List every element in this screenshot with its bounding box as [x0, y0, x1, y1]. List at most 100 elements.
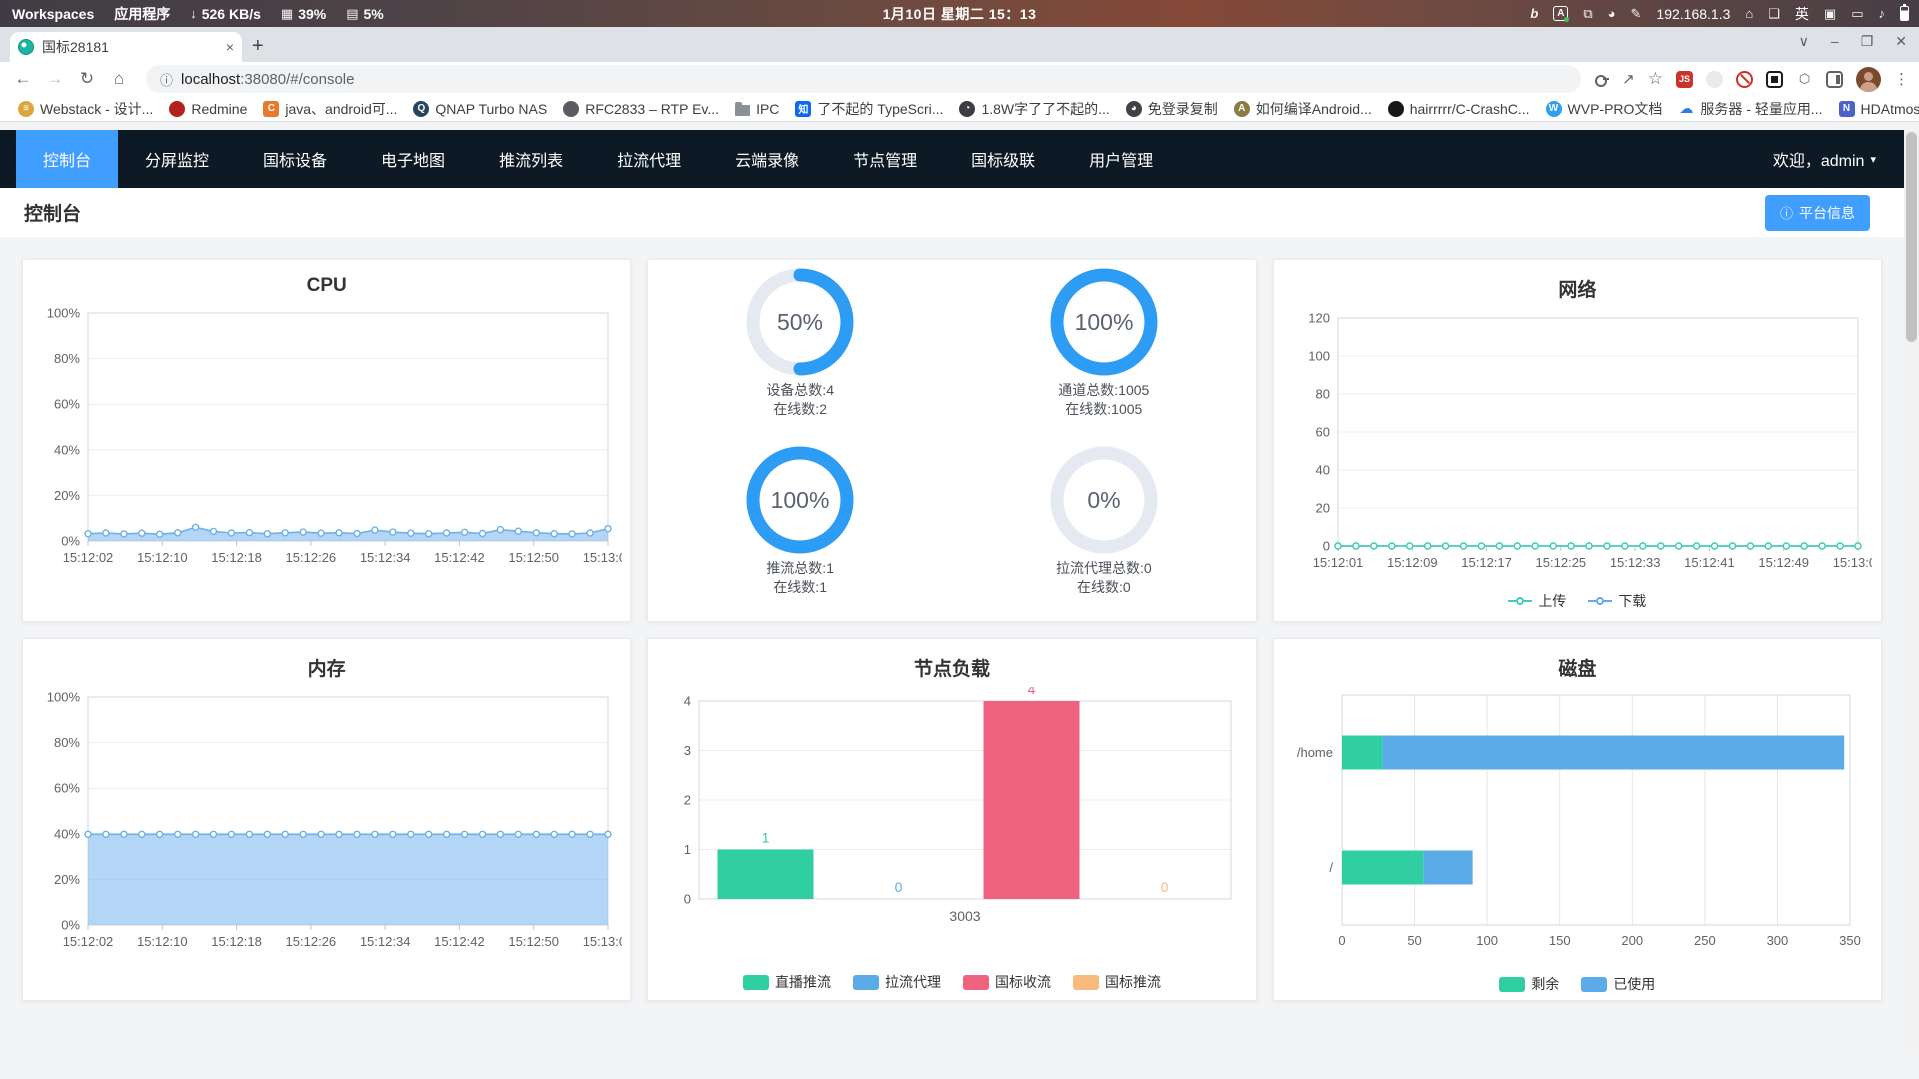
clipboard-icon[interactable]: ⧉	[1583, 6, 1592, 22]
extensions-puzzle-icon[interactable]: ⬡	[1796, 71, 1813, 88]
layers-icon: ≡	[18, 100, 34, 117]
nav-tab-3[interactable]: 国标设备	[236, 130, 354, 188]
extension-dark-icon[interactable]	[1766, 70, 1783, 88]
svg-text:100%: 100%	[46, 690, 80, 705]
browser-tab[interactable]: 国标28181 ×	[10, 32, 242, 62]
qnap-icon: Q	[413, 100, 430, 117]
legend-item[interactable]: 下载	[1588, 591, 1646, 611]
forward-button[interactable]: →	[42, 66, 68, 92]
tablet-icon[interactable]: ▣	[1824, 6, 1836, 22]
nav-tab-8[interactable]: 节点管理	[826, 130, 944, 188]
info-icon: ⓘ	[1779, 206, 1793, 221]
svg-text:15:12:34: 15:12:34	[359, 550, 410, 565]
bookmark-item[interactable]: A 如何编译Android...	[1228, 97, 1378, 121]
tab-close-icon[interactable]: ×	[226, 39, 234, 55]
nav-tab-9[interactable]: 国标级联	[944, 130, 1062, 188]
tab-title: 国标28181	[42, 39, 109, 55]
legend-item[interactable]: 上传	[1508, 591, 1566, 611]
bookmark-item[interactable]: RFC2833 – RTP Ev...	[557, 99, 725, 119]
tab-search-chevron-icon[interactable]: ∨	[1799, 33, 1809, 50]
browser-menu-icon[interactable]: ⋮	[1894, 70, 1909, 88]
site-info-icon[interactable]: ⓘ	[160, 70, 173, 89]
bookmark-item[interactable]: W WVP-PRO文档	[1540, 97, 1669, 121]
platform-info-button[interactable]: ⓘ 平台信息	[1764, 194, 1870, 231]
back-button[interactable]: ←	[10, 66, 36, 92]
extension-blocker-icon[interactable]	[1736, 70, 1753, 88]
side-panel-icon[interactable]	[1826, 70, 1843, 88]
cpu-usage-indicator[interactable]: ▦ 39%	[281, 6, 326, 22]
browser-toolbar: ← → ↻ ⌂ ⓘ localhost:38080/#/console ↗ ☆ …	[0, 62, 1919, 96]
nav-tab-1[interactable]: 控制台	[16, 130, 119, 188]
legend-item[interactable]: 剩余	[1499, 974, 1559, 994]
nav-tab-2[interactable]: 分屏监控	[118, 130, 236, 188]
battery-icon[interactable]	[1900, 4, 1909, 21]
window-minimize-button[interactable]: –	[1831, 33, 1839, 50]
bookmark-item[interactable]: N HDAtmos :: 种子 *...	[1833, 97, 1919, 121]
svg-text:300: 300	[1767, 933, 1789, 948]
svg-text:100%: 100%	[1074, 309, 1133, 335]
display-icon[interactable]: ▭	[1851, 6, 1863, 22]
browser-home-button[interactable]: ⌂	[106, 66, 132, 92]
new-tab-button[interactable]: +	[252, 35, 264, 58]
clock[interactable]: 1月10日 星期二 15：13	[883, 4, 1037, 24]
legend-label: 下载	[1618, 593, 1647, 609]
address-bar[interactable]: ⓘ localhost:38080/#/console	[146, 65, 1582, 93]
svg-text:15:12:17: 15:12:17	[1462, 555, 1513, 570]
nav-tab-7[interactable]: 云端录像	[708, 130, 826, 188]
nav-tab-6[interactable]: 拉流代理	[590, 130, 708, 188]
extension-js-icon[interactable]: JS	[1676, 70, 1693, 88]
window-restore-button[interactable]: ❐	[1861, 33, 1874, 50]
svg-text:100: 100	[1309, 349, 1331, 364]
nav-tab-4[interactable]: 电子地图	[354, 130, 472, 188]
legend-label: 国标收流	[994, 974, 1051, 990]
bookmark-item[interactable]: ≡ Webstack - 设计...	[12, 97, 159, 121]
cloud-icon: ☁	[1679, 100, 1694, 116]
bookmark-item[interactable]: 知了不起的 TypeScri...	[789, 97, 949, 121]
bookmark-item[interactable]: Redmine	[163, 99, 253, 119]
panel-disk: 磁盘 0 50 100 150 200 250 300 350/home / 剩余 已使用	[1272, 638, 1882, 1001]
svg-text:1: 1	[762, 830, 770, 846]
extension-icon[interactable]	[1706, 70, 1723, 88]
home-indicator-icon[interactable]: ⌂	[1745, 6, 1753, 21]
legend-item[interactable]: 已使用	[1581, 974, 1655, 994]
page-scrollbar[interactable]	[1904, 130, 1919, 1047]
bookmark-item[interactable]: IPC	[729, 99, 785, 119]
bookmark-item[interactable]: ◔ 1.8W字了了不起的...	[953, 97, 1115, 121]
network-speed-indicator[interactable]: ↓ 526 KB/s	[190, 6, 261, 22]
svg-text:350: 350	[1839, 933, 1861, 948]
legend-item[interactable]: 国标推流	[1072, 972, 1161, 992]
bookmark-item[interactable]: Q QNAP Turbo NAS	[407, 99, 553, 119]
applications-menu[interactable]: 应用程序	[114, 4, 170, 24]
ip-address-indicator[interactable]: 192.168.1.3	[1656, 6, 1730, 22]
app-indicator-icon[interactable]: ◕	[1608, 6, 1616, 21]
window-switcher-icon[interactable]: ❑	[1768, 6, 1780, 22]
legend-line-marker	[1588, 597, 1613, 605]
bookmark-star-icon[interactable]: ☆	[1648, 69, 1663, 89]
pen-tool-icon[interactable]: ✎	[1631, 6, 1642, 22]
scrollbar-thumb[interactable]	[1906, 132, 1917, 342]
workspaces-button[interactable]: Workspaces	[12, 6, 94, 22]
legend-item[interactable]: 直播推流	[742, 972, 831, 992]
window-close-button[interactable]: ✕	[1895, 33, 1907, 50]
bookmark-item[interactable]: ☁ 服务器 - 轻量应用...	[1672, 97, 1828, 121]
bookmark-item[interactable]: hairrrrr/C-CrashC...	[1382, 99, 1536, 119]
screenshot-tool-icon[interactable]: A	[1553, 6, 1570, 22]
nav-tab-5[interactable]: 推流列表	[472, 130, 590, 188]
legend-item[interactable]: 国标收流	[962, 972, 1051, 992]
bookmark-item[interactable]: Cjava、android可...	[257, 97, 403, 121]
bing-wallpaper-icon[interactable]: b	[1530, 6, 1538, 21]
legend-item[interactable]: 拉流代理	[852, 972, 941, 992]
nav-tab-10[interactable]: 用户管理	[1062, 130, 1180, 188]
bookmark-label: 如何编译Android...	[1255, 100, 1372, 117]
reload-button[interactable]: ↻	[74, 66, 100, 92]
bookmark-item[interactable]: ◕ 免登录复制	[1120, 97, 1224, 121]
password-manager-icon[interactable]	[1595, 75, 1610, 87]
svg-text:15:12:42: 15:12:42	[434, 934, 485, 949]
input-method-indicator[interactable]: 英	[1795, 4, 1809, 24]
memory-usage-indicator[interactable]: ▤ 5%	[346, 6, 384, 22]
counter-label: 设备总数:4 在线数:2	[766, 382, 834, 417]
volume-icon[interactable]: ♪	[1879, 6, 1886, 21]
profile-avatar[interactable]	[1856, 66, 1881, 92]
user-menu[interactable]: 欢迎，admin ▾	[1773, 147, 1904, 171]
share-icon[interactable]: ↗	[1622, 70, 1635, 88]
